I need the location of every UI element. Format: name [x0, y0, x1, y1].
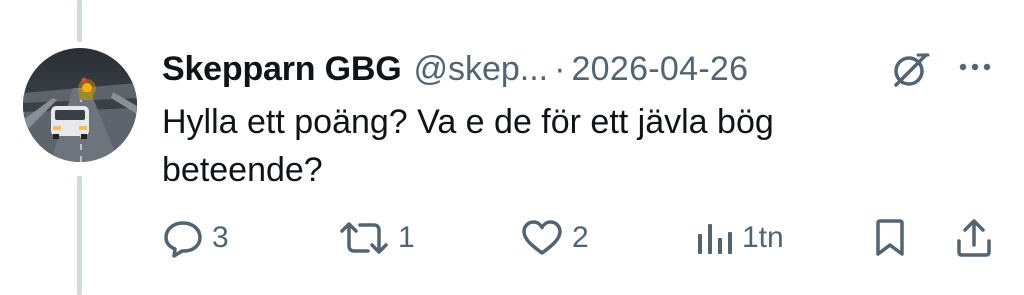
bookmark-icon [876, 219, 904, 256]
reply-button[interactable]: 3 [162, 216, 229, 260]
tweet-header: Skepparn GBG @skep... · 2026-04-26 [162, 44, 748, 94]
tweet-date[interactable]: 2026-04-26 [571, 50, 748, 89]
heart-icon [522, 220, 562, 255]
user-handle[interactable]: @skep... [413, 50, 548, 89]
reply-count: 3 [212, 221, 229, 254]
views-button[interactable]: 1tn [694, 216, 784, 260]
separator-dot: · [554, 49, 566, 88]
avatar-image [23, 48, 137, 162]
thread-line-bottom [77, 176, 82, 295]
grok-icon[interactable] [888, 50, 932, 90]
more-options-icon[interactable] [955, 52, 995, 82]
bookmark-button[interactable] [870, 216, 910, 260]
retweet-button[interactable]: 1 [338, 216, 415, 260]
share-button[interactable] [954, 216, 994, 260]
like-count: 2 [572, 221, 589, 254]
reply-icon [164, 221, 202, 258]
views-chart-icon [698, 224, 732, 254]
share-icon [957, 219, 991, 257]
avatar[interactable] [23, 48, 137, 162]
tweet-text: Hylla ett poäng? Va e de för ett jävla b… [162, 103, 774, 189]
views-count: 1tn [742, 221, 784, 254]
retweet-icon [340, 222, 388, 254]
retweet-count: 1 [398, 221, 415, 254]
thread-line-top [77, 0, 82, 42]
display-name[interactable]: Skepparn GBG [162, 50, 402, 89]
like-button[interactable]: 2 [520, 216, 589, 260]
